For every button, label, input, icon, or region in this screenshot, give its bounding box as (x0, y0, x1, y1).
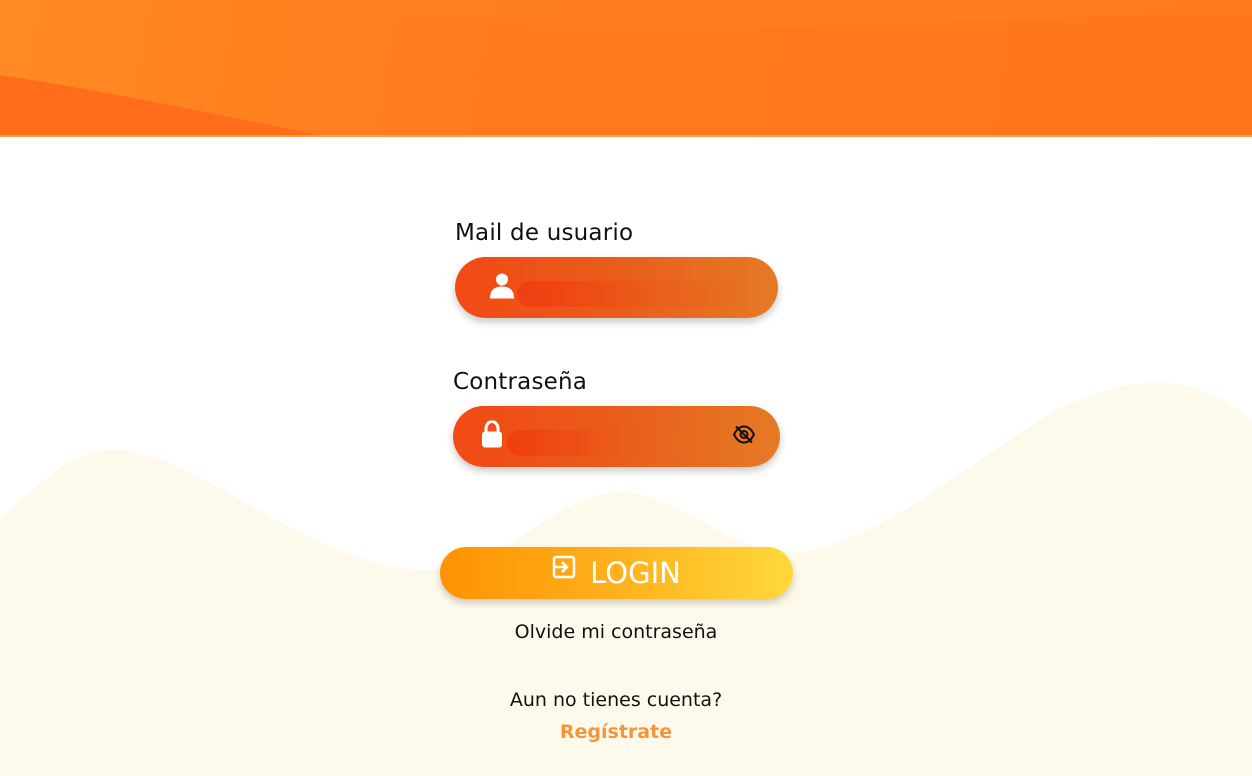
login-button[interactable]: LOGIN (440, 547, 793, 599)
header-wave-decoration (0, 0, 1252, 135)
lock-icon (481, 419, 503, 453)
forgot-password-link[interactable]: Olvide mi contraseña (0, 621, 1232, 643)
email-label: Mail de usuario (455, 220, 634, 246)
eye-off-icon[interactable] (732, 424, 756, 448)
login-button-label: LOGIN (590, 556, 681, 590)
login-page: Mail de usuario Contraseña LOGIN Olvide … (0, 0, 1252, 776)
header-banner (0, 0, 1252, 137)
password-label: Contraseña (453, 369, 588, 395)
password-input[interactable] (507, 430, 687, 456)
email-input[interactable] (517, 281, 747, 307)
register-link[interactable]: Regístrate (0, 721, 1232, 743)
password-field-container (453, 406, 780, 467)
email-field-container (455, 257, 778, 318)
no-account-text: Aun no tienes cuenta? (509, 689, 723, 711)
login-icon (552, 552, 576, 586)
user-icon (490, 272, 514, 303)
